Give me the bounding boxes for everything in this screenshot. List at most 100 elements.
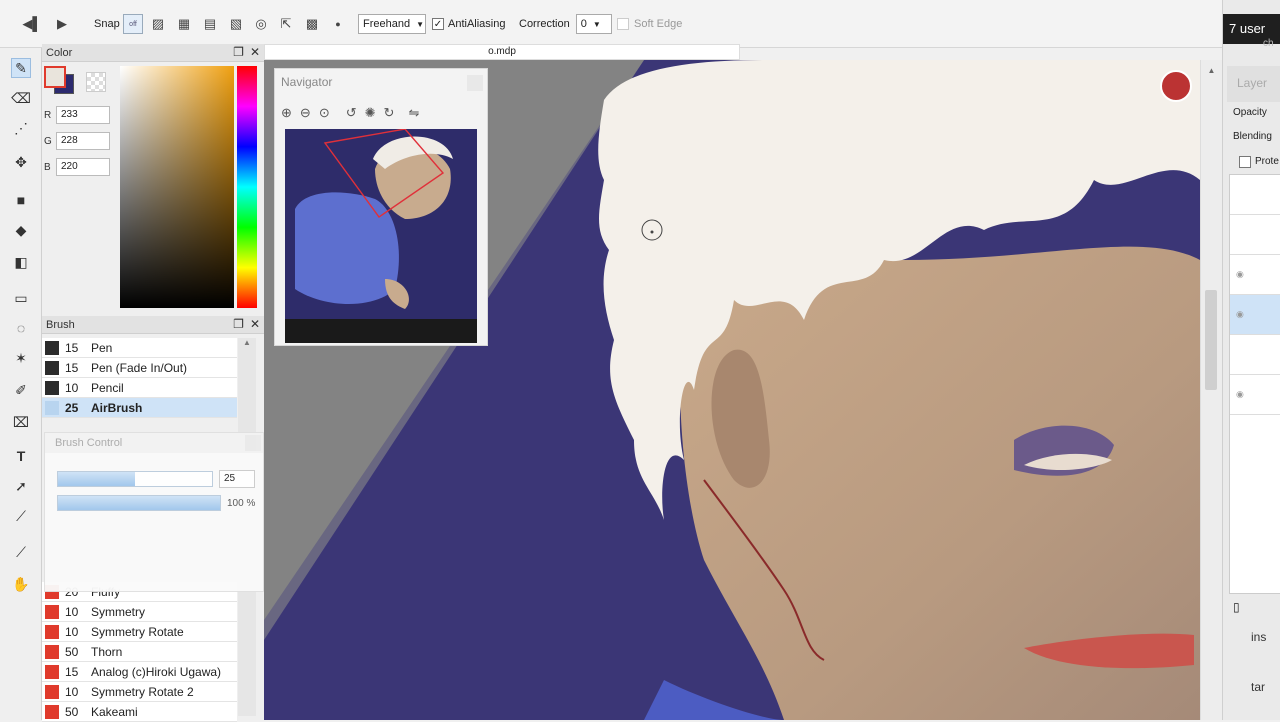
- brush-item[interactable]: 50 Thorn: [42, 642, 237, 662]
- rotate-left-icon[interactable]: ↺: [346, 105, 357, 121]
- select-rect-tool-icon[interactable]: ▭: [11, 288, 31, 308]
- snap-curve-icon[interactable]: ▩: [302, 14, 322, 34]
- layer-visibility-icon[interactable]: ◉: [1230, 255, 1280, 295]
- flip-icon[interactable]: ⇋: [408, 105, 419, 121]
- foreground-color-swatch[interactable]: [44, 66, 66, 88]
- brush-panel-title: Brush: [46, 318, 75, 331]
- eyedropper-tool-icon[interactable]: ⟋: [11, 542, 31, 562]
- navigator-toolbar: ⊕ ⊖ ⊙ ↺ ✺ ↻ ⇋: [281, 105, 419, 121]
- layer-blending-label: Blending: [1233, 131, 1272, 142]
- select-pen-tool-icon[interactable]: ✐: [11, 380, 31, 400]
- brush-size: 10: [65, 684, 79, 699]
- navigator-preview[interactable]: [285, 129, 477, 343]
- brush-name: Symmetry: [91, 604, 145, 619]
- divide-tool-icon[interactable]: ⟋: [11, 506, 31, 526]
- b-field[interactable]: 220: [56, 158, 110, 176]
- pen-tool-icon[interactable]: ✎: [11, 58, 31, 78]
- layer-row[interactable]: [1230, 175, 1280, 215]
- snap-diagonal-icon[interactable]: ▧: [226, 14, 246, 34]
- snap-point-icon[interactable]: ●: [328, 14, 348, 34]
- brush-size-slider[interactable]: [57, 471, 213, 487]
- dot-tool-icon[interactable]: ⋰: [11, 118, 31, 138]
- move-tool-icon[interactable]: ✥: [11, 152, 31, 172]
- r-field[interactable]: 233: [56, 106, 110, 124]
- fill-rect-tool-icon[interactable]: ■: [11, 190, 31, 210]
- navigator-thumbnail: [285, 129, 477, 343]
- brush-item[interactable]: 15 Pen (Fade In/Out): [42, 358, 237, 378]
- brush-item[interactable]: 25 AirBrush: [42, 398, 237, 418]
- navigator-close[interactable]: [467, 75, 483, 91]
- saturation-value-square[interactable]: [120, 66, 234, 308]
- avatar[interactable]: [1160, 70, 1192, 102]
- brush-item[interactable]: 15 Pen: [42, 338, 237, 358]
- correction-select[interactable]: 0 ▼: [575, 14, 612, 34]
- operation-tool-icon[interactable]: ➚: [11, 476, 31, 496]
- protect-checkbox[interactable]: [1239, 156, 1251, 168]
- eraser-tool-icon[interactable]: ⌫: [11, 88, 31, 108]
- hue-slider[interactable]: [237, 66, 257, 308]
- antialias-label: AntiAliasing: [448, 18, 506, 30]
- snap-concentric-icon[interactable]: ◎: [251, 14, 271, 34]
- restore-icon[interactable]: ❐: [233, 45, 244, 59]
- scrollbar-thumb[interactable]: [1205, 290, 1217, 390]
- brush-name: Kakeami: [91, 704, 138, 719]
- brush-opacity-slider[interactable]: [57, 495, 221, 511]
- antialias-checkbox[interactable]: ✓: [432, 18, 444, 30]
- bucket-tool-icon[interactable]: ◆: [11, 220, 31, 240]
- gradient-tool-icon[interactable]: ◧: [11, 252, 31, 272]
- scroll-up-icon[interactable]: ▲: [238, 338, 256, 347]
- close-icon[interactable]: ✕: [250, 45, 260, 59]
- brush-color-swatch: [45, 604, 59, 619]
- layer-row[interactable]: [1230, 335, 1280, 375]
- softedge-checkbox[interactable]: [617, 18, 629, 30]
- brush-control-close[interactable]: [245, 435, 261, 451]
- snap-off-button[interactable]: off: [123, 14, 143, 34]
- brush-name: Thorn: [91, 644, 123, 659]
- magic-wand-tool-icon[interactable]: ✶: [11, 348, 31, 368]
- brush-item[interactable]: 10 Symmetry Rotate: [42, 622, 237, 642]
- transparent-color-swatch[interactable]: [86, 72, 106, 92]
- brush-size: 15: [65, 664, 79, 679]
- rotate-right-icon[interactable]: ↻: [384, 105, 395, 121]
- layer-row[interactable]: [1230, 215, 1280, 255]
- snap-parallel-icon[interactable]: ▨: [148, 14, 168, 34]
- select-eraser-tool-icon[interactable]: ⌧: [11, 412, 31, 432]
- brush-color-swatch: [45, 704, 59, 719]
- restore-icon[interactable]: ❐: [233, 317, 244, 331]
- brush-item[interactable]: 10 Pencil: [42, 378, 237, 398]
- zoom-fit-icon[interactable]: ⊙: [319, 105, 330, 121]
- new-layer-icon[interactable]: ▯: [1233, 600, 1240, 614]
- user-sub-label: ch: [1263, 38, 1274, 49]
- zoom-out-icon[interactable]: ⊖: [300, 105, 311, 121]
- brush-color-swatch: [45, 624, 59, 639]
- g-field[interactable]: 228: [56, 132, 110, 150]
- brush-size: 15: [65, 360, 79, 375]
- brush-item[interactable]: 10 Symmetry: [42, 602, 237, 622]
- layer-visibility-icon[interactable]: ◉: [1230, 375, 1280, 415]
- lasso-tool-icon[interactable]: ◌: [11, 318, 31, 338]
- snap-crosshatch-icon[interactable]: ▤: [200, 14, 220, 34]
- brush-opacity-value: 100 %: [227, 498, 256, 509]
- layer-row-selected[interactable]: ◉: [1230, 295, 1280, 335]
- zoom-in-icon[interactable]: ⊕: [281, 105, 292, 121]
- hand-tool-icon[interactable]: ✋: [11, 574, 31, 594]
- right-panel: 7 user ch Layer Opacity Blending Prote ◉…: [1222, 0, 1280, 720]
- brush-size: 10: [65, 604, 79, 619]
- scroll-up-icon[interactable]: ▲: [1201, 66, 1222, 75]
- document-tab[interactable]: o.mdp: [264, 44, 740, 60]
- snap-radial-icon[interactable]: ⇱: [276, 14, 296, 34]
- snap-grid-icon[interactable]: ▦: [174, 14, 194, 34]
- prev-button[interactable]: ◀▌: [22, 13, 42, 35]
- brush-size: 15: [65, 340, 79, 355]
- brush-size: 10: [65, 380, 79, 395]
- brush-item[interactable]: 50 Kakeami: [42, 702, 237, 722]
- rotate-reset-icon[interactable]: ✺: [365, 105, 376, 121]
- brush-size-field[interactable]: 25: [219, 470, 255, 488]
- next-button[interactable]: ▶: [52, 13, 72, 35]
- canvas-vertical-scrollbar[interactable]: ▲: [1200, 60, 1222, 720]
- brush-mode-select[interactable]: Freehand ▼: [358, 14, 426, 34]
- brush-item[interactable]: 15 Analog (c)Hiroki Ugawa): [42, 662, 237, 682]
- text-tool-icon[interactable]: T: [11, 446, 31, 466]
- brush-item[interactable]: 10 Symmetry Rotate 2: [42, 682, 237, 702]
- close-icon[interactable]: ✕: [250, 317, 260, 331]
